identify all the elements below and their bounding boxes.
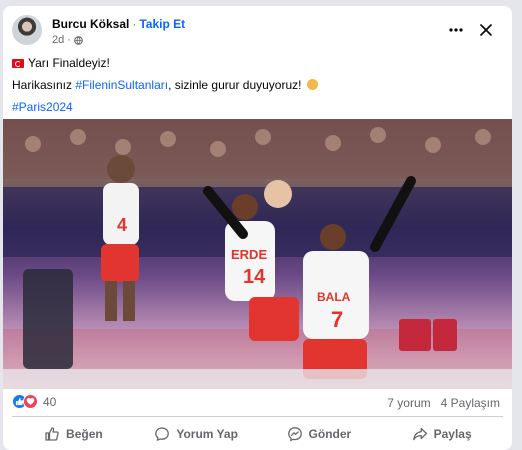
action-divider bbox=[12, 416, 503, 417]
comment-button[interactable]: Yorum Yap bbox=[135, 420, 258, 448]
post-text-line-2: Harikasınız #FileninSultanları, sizinle … bbox=[12, 76, 502, 94]
post-text-suffix: , sizinle gurur duyuyoruz! bbox=[168, 78, 302, 92]
thumbs-up-icon bbox=[45, 427, 59, 441]
player-left: 4 bbox=[101, 155, 139, 321]
action-bar: Beğen Yorum Yap Gönder Paylaş bbox=[12, 420, 503, 448]
post-time[interactable]: 2d bbox=[52, 34, 64, 46]
send-label: Gönder bbox=[308, 427, 352, 441]
hashtag-paris2024[interactable]: #Paris2024 bbox=[12, 100, 73, 114]
globe-icon bbox=[74, 35, 83, 45]
name-separator: · bbox=[132, 17, 137, 31]
post-headline: Yarı Finaldeyiz! bbox=[28, 56, 110, 70]
jersey-number-2: 14 bbox=[243, 266, 266, 288]
jersey-name-2: BALA bbox=[317, 290, 351, 304]
ellipsis-icon bbox=[449, 28, 463, 32]
share-label: Paylaş bbox=[433, 427, 472, 441]
post-text-line-3: #Paris2024 bbox=[12, 98, 502, 116]
comment-icon bbox=[155, 427, 170, 441]
messenger-icon bbox=[287, 427, 302, 442]
close-icon bbox=[480, 24, 492, 36]
share-arrow-icon bbox=[412, 427, 427, 441]
close-button[interactable] bbox=[476, 20, 496, 40]
author-line: Burcu Köksal · Takip Et bbox=[52, 17, 185, 31]
post-card: Burcu Köksal · Takip Et 2d · Yarı Finaldey… bbox=[3, 6, 512, 450]
comment-label: Yorum Yap bbox=[176, 427, 238, 441]
love-reaction-icon bbox=[23, 394, 38, 409]
volleyball-celebration-image: 4 ERDE 14 BALA 7 bbox=[3, 119, 512, 389]
send-button[interactable]: Gönder bbox=[258, 420, 381, 448]
time-separator: · bbox=[67, 34, 71, 46]
reaction-summary[interactable]: 40 bbox=[12, 394, 56, 409]
hashtag-fileninsultanlari[interactable]: #FileninSultanları bbox=[75, 78, 168, 92]
post-stats: 40 7 yorum 4 Paylaşım bbox=[12, 391, 500, 413]
jersey-number-1: 4 bbox=[117, 215, 127, 235]
post-text-prefix: Harikasınız bbox=[12, 78, 76, 92]
engagement-counts: 7 yorum 4 Paylaşım bbox=[387, 396, 500, 410]
turkey-flag-icon bbox=[12, 59, 24, 68]
author-avatar[interactable] bbox=[12, 15, 42, 45]
post-photo[interactable]: 4 ERDE 14 BALA 7 bbox=[3, 119, 512, 389]
post-meta: 2d · bbox=[52, 34, 83, 46]
post-text-line-1: Yarı Finaldeyiz! bbox=[12, 54, 502, 72]
reaction-count: 40 bbox=[43, 394, 57, 409]
like-label: Beğen bbox=[66, 427, 103, 441]
comment-count[interactable]: 7 yorum bbox=[387, 396, 430, 410]
like-button[interactable]: Beğen bbox=[12, 420, 135, 448]
share-button[interactable]: Paylaş bbox=[380, 420, 503, 448]
follow-button[interactable]: Takip Et bbox=[139, 17, 185, 31]
jersey-name-1: ERDE bbox=[231, 247, 267, 262]
clapping-hands-icon bbox=[306, 79, 318, 90]
author-name[interactable]: Burcu Köksal bbox=[52, 17, 129, 31]
more-options-button[interactable] bbox=[444, 21, 468, 39]
post-header: Burcu Köksal · Takip Et 2d · bbox=[12, 15, 500, 51]
post-text: Yarı Finaldeyiz! Harikasınız #FileninSul… bbox=[12, 54, 502, 120]
jersey-number-3: 7 bbox=[331, 307, 343, 332]
share-count[interactable]: 4 Paylaşım bbox=[441, 396, 500, 410]
